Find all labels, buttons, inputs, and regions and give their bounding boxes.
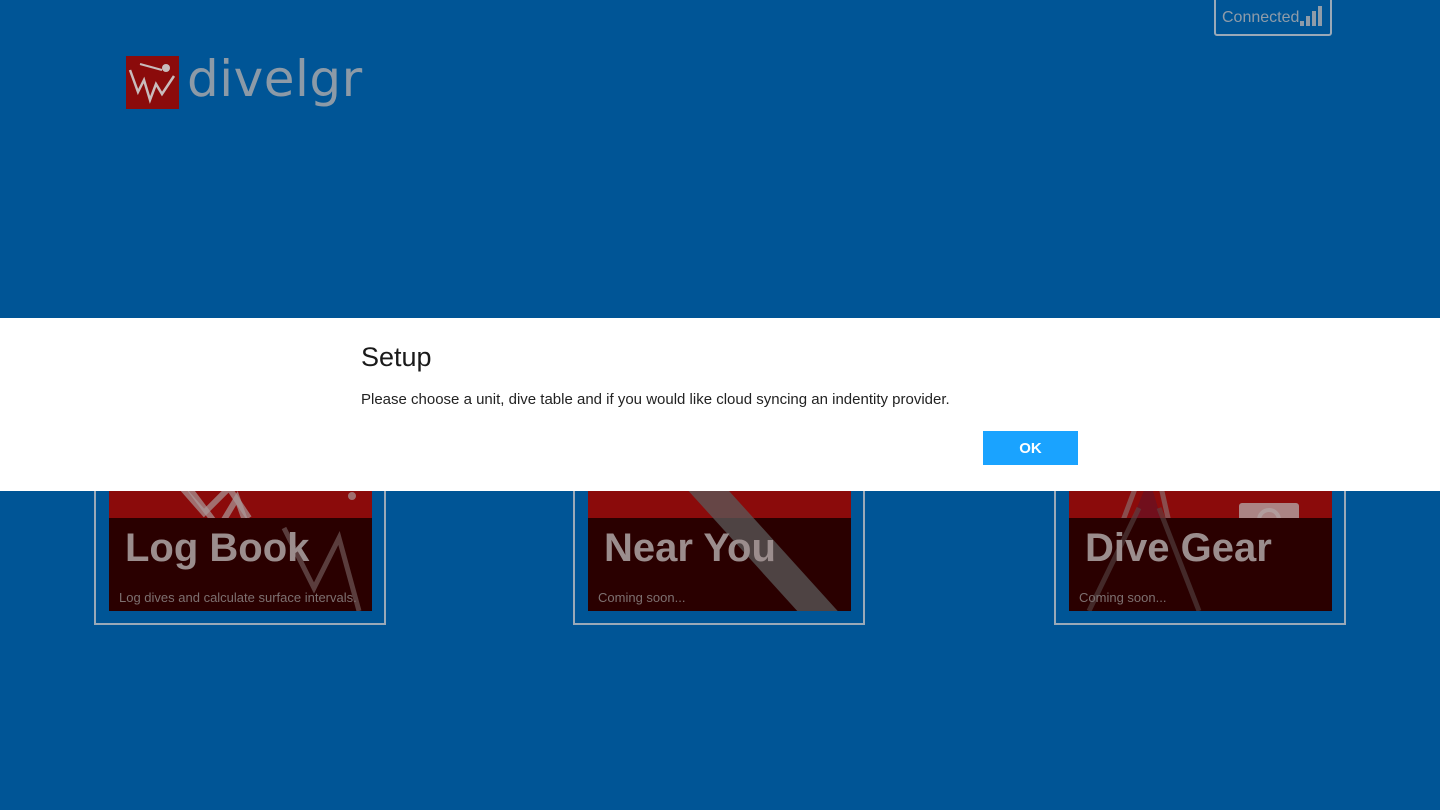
dialog-message: Please choose a unit, dive table and if … [361, 391, 950, 408]
diver-logo-icon [126, 56, 179, 109]
tile-subtitle: Log dives and calculate surface interval… [119, 590, 357, 605]
ok-button[interactable]: OK [983, 431, 1078, 465]
tile-title: Log Book [125, 526, 310, 570]
dialog-title: Setup [361, 342, 432, 372]
setup-dialog: Setup Please choose a unit, dive table a… [0, 318, 1440, 491]
tile-title: Dive Gear [1085, 526, 1272, 570]
signal-bars-icon [1300, 6, 1322, 26]
tile-subtitle: Coming soon... [598, 590, 686, 605]
status-label: Connected [1222, 9, 1300, 26]
connection-status[interactable]: Connected [1214, 0, 1332, 36]
app-name: divelgr [187, 49, 363, 108]
tile-title: Near You [604, 526, 776, 570]
tile-subtitle: Coming soon... [1079, 590, 1167, 605]
app-window: Connected divelgr Log Book Log dives and… [0, 0, 1440, 810]
app-logo: divelgr [126, 50, 363, 109]
